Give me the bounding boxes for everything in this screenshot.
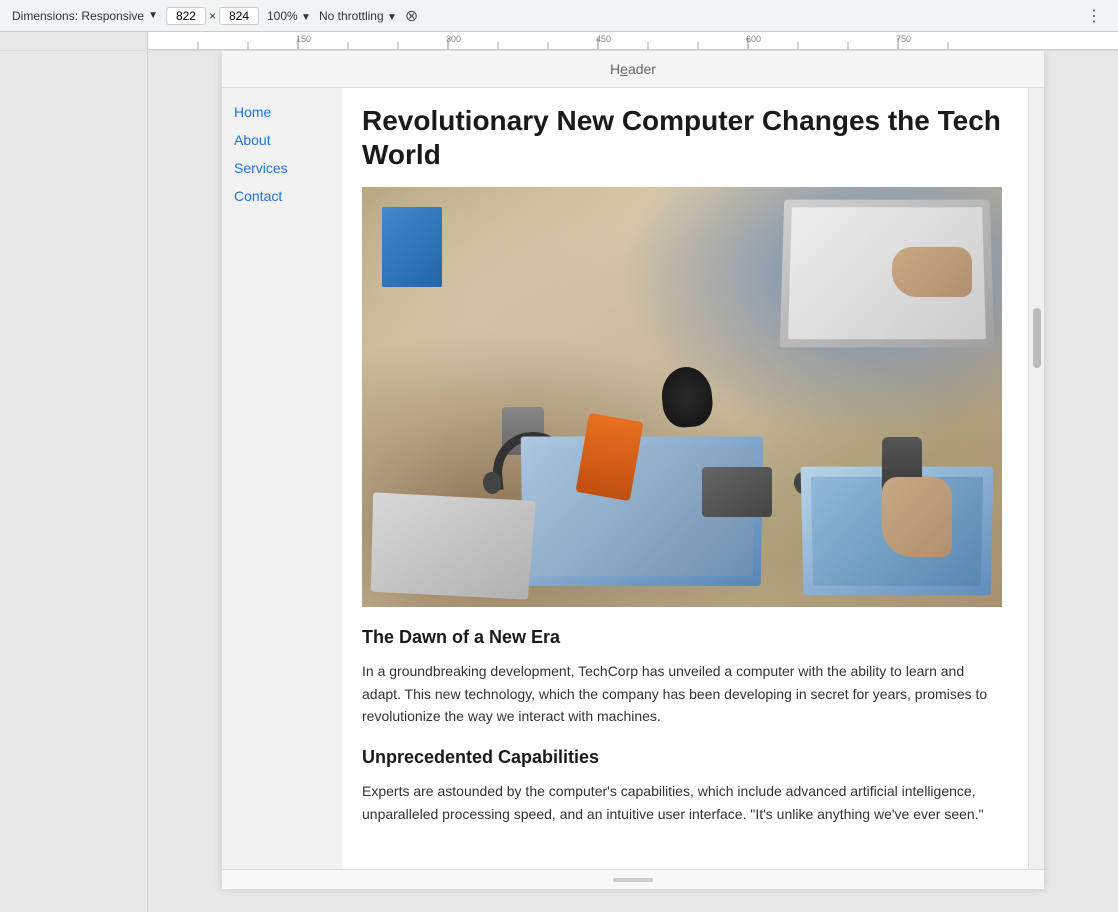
- height-input[interactable]: [219, 7, 259, 25]
- throttle-label: No throttling: [319, 9, 384, 23]
- site-body: Home About Services Contact Revolutionar…: [222, 88, 1044, 869]
- devtools-left-panel: [0, 51, 148, 912]
- blue-book: [382, 207, 442, 287]
- zoom-arrow-icon: ▼: [301, 12, 311, 23]
- scrollbar-thumb[interactable]: [1033, 308, 1041, 368]
- bottom-bar: [222, 869, 1044, 889]
- nav-services[interactable]: Services: [234, 160, 330, 176]
- webpage: Header Home About Services Contact Revol…: [222, 51, 1044, 889]
- section1-body: In a groundbreaking development, TechCor…: [362, 660, 1004, 727]
- ruler-horizontal: 150 300 450 600 750: [148, 32, 1118, 50]
- ruler-area: 150 300 450 600 750: [0, 32, 1118, 51]
- article-image-canvas: [362, 187, 1002, 607]
- hand-right: [892, 247, 972, 297]
- laptop-bottom-left: [371, 493, 536, 600]
- section2-paragraph: Experts are astounded by the computer's …: [362, 780, 1004, 825]
- hard-drive: [702, 467, 772, 517]
- throttle-selector[interactable]: No throttling ▼: [319, 9, 397, 23]
- svg-text:600: 600: [746, 34, 761, 44]
- site-header: Header: [222, 51, 1044, 88]
- zoom-label: 100%: [267, 9, 298, 23]
- nav-about[interactable]: About: [234, 132, 330, 148]
- section2-heading: Unprecedented Capabilities: [362, 747, 1004, 768]
- more-options-button[interactable]: ⋮: [1082, 6, 1106, 26]
- svg-text:450: 450: [596, 34, 611, 44]
- dropdown-arrow-icon[interactable]: ▼: [148, 10, 158, 21]
- browser-toolbar: Dimensions: Responsive ▼ × 100% ▼ No thr…: [0, 0, 1118, 32]
- svg-text:300: 300: [446, 34, 461, 44]
- site-nav: Home About Services Contact: [222, 88, 342, 869]
- throttle-arrow-icon: ▼: [387, 12, 397, 23]
- svg-text:750: 750: [896, 34, 911, 44]
- hand-bottom: [882, 477, 952, 557]
- ruler-corner: [0, 32, 148, 50]
- site-header-display: Header: [610, 61, 656, 77]
- teapot: [659, 365, 714, 429]
- nav-home[interactable]: Home: [234, 104, 330, 120]
- section1-paragraph: In a groundbreaking development, TechCor…: [362, 660, 1004, 727]
- article-image: [362, 187, 1002, 607]
- size-separator: ×: [209, 9, 216, 23]
- main-layout: Header Home About Services Contact Revol…: [0, 51, 1118, 912]
- size-inputs: ×: [166, 7, 259, 25]
- scrollbar[interactable]: [1028, 88, 1044, 869]
- dimensions-selector[interactable]: Dimensions: Responsive ▼: [12, 9, 158, 23]
- svg-text:150: 150: [296, 34, 311, 44]
- article-title: Revolutionary New Computer Changes the T…: [362, 104, 1004, 171]
- section1-heading: The Dawn of a New Era: [362, 627, 1004, 648]
- dimensions-label: Dimensions: Responsive: [12, 9, 144, 23]
- scroll-indicator: [613, 878, 653, 882]
- section2-body: Experts are astounded by the computer's …: [362, 780, 1004, 825]
- network-icon[interactable]: ⊗: [405, 6, 418, 26]
- viewport-wrapper: Header Home About Services Contact Revol…: [148, 51, 1118, 912]
- nav-contact[interactable]: Contact: [234, 188, 330, 204]
- site-content: Revolutionary New Computer Changes the T…: [342, 88, 1028, 869]
- zoom-selector[interactable]: 100% ▼: [267, 9, 311, 23]
- width-input[interactable]: [166, 7, 206, 25]
